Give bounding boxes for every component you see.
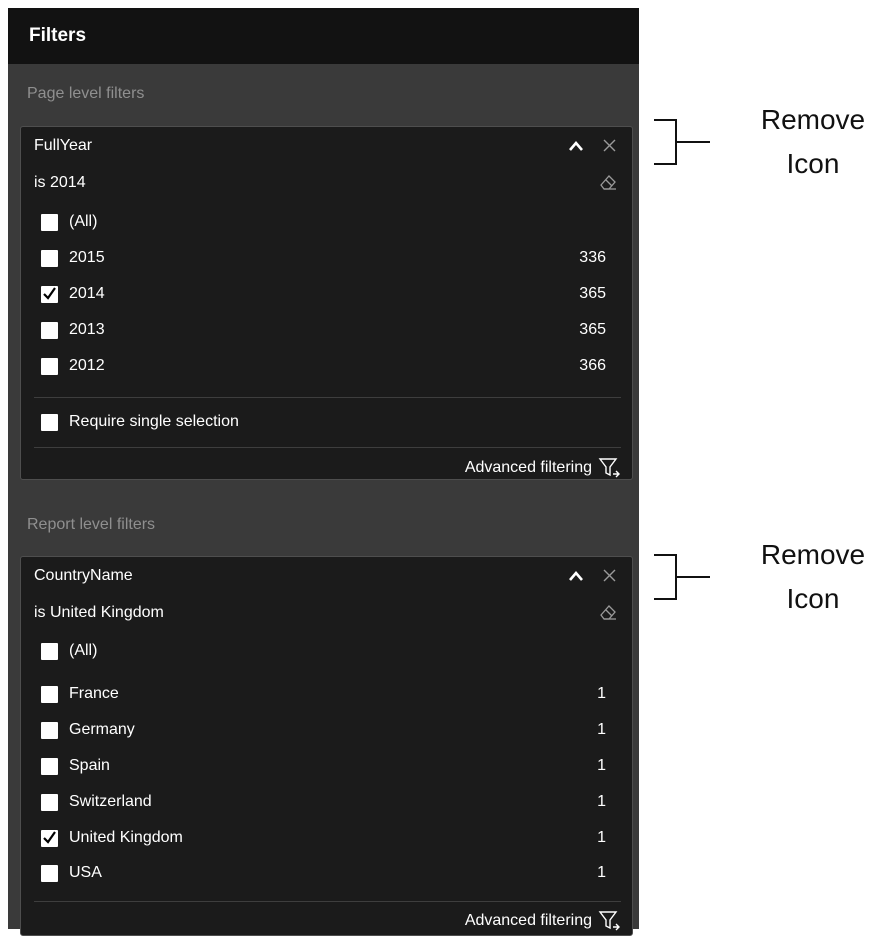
eraser-icon[interactable] xyxy=(598,173,618,191)
option-count: 1 xyxy=(597,829,606,846)
filter-option[interactable]: 2013 365 xyxy=(41,320,606,342)
callout-line: Remove xyxy=(760,104,866,135)
chevron-up-icon[interactable] xyxy=(568,140,584,152)
close-icon[interactable] xyxy=(603,569,616,582)
checkbox[interactable] xyxy=(41,686,58,703)
funnel-icon xyxy=(598,458,620,478)
option-label: 2012 xyxy=(69,357,105,374)
divider xyxy=(34,397,621,398)
checkbox[interactable] xyxy=(41,758,58,775)
report-level-filters-label: Report level filters xyxy=(27,516,156,533)
divider xyxy=(34,447,621,448)
callout-line: Icon xyxy=(786,148,840,179)
filter-option[interactable]: United Kingdom 1 xyxy=(41,828,606,850)
advanced-filtering-label: Advanced filtering xyxy=(464,912,592,929)
option-count: 1 xyxy=(597,721,606,738)
option-count: 365 xyxy=(579,321,606,338)
require-single-selection[interactable]: Require single selection xyxy=(41,412,606,434)
filter-option[interactable]: USA 1 xyxy=(41,863,606,885)
option-count: 1 xyxy=(597,685,606,702)
checkbox[interactable] xyxy=(41,722,58,739)
filter-option[interactable]: Switzerland 1 xyxy=(41,792,606,814)
filter-option[interactable]: 2015 336 xyxy=(41,248,606,270)
advanced-filtering-link[interactable]: Advanced filtering xyxy=(465,457,622,479)
filter-card-fullyear: FullYear is 2014 (All) 2015 336 2014 365… xyxy=(20,126,633,480)
option-label: (All) xyxy=(69,642,98,659)
checkbox[interactable] xyxy=(41,794,58,811)
filter-condition: is United Kingdom xyxy=(34,604,164,621)
advanced-filtering-label: Advanced filtering xyxy=(464,459,592,476)
callout-line: Remove xyxy=(760,539,866,570)
callout-remove-icon-1: Remove Icon xyxy=(745,98,876,186)
option-count: 1 xyxy=(597,793,606,810)
callout-line: Icon xyxy=(786,583,840,614)
option-label: 2015 xyxy=(69,249,105,266)
option-label: Germany xyxy=(69,721,135,738)
option-count: 1 xyxy=(597,757,606,774)
filter-option[interactable]: Germany 1 xyxy=(41,720,606,742)
checkmark-icon xyxy=(43,287,56,300)
option-label: France xyxy=(69,685,119,702)
option-label: United Kingdom xyxy=(69,829,183,846)
checkbox-checked[interactable] xyxy=(41,286,58,303)
filter-option[interactable]: (All) xyxy=(41,641,606,663)
option-label: 2014 xyxy=(69,285,105,302)
checkbox-checked[interactable] xyxy=(41,830,58,847)
checkbox[interactable] xyxy=(41,214,58,231)
filter-option[interactable]: (All) xyxy=(41,212,606,234)
checkbox[interactable] xyxy=(41,358,58,375)
filter-option[interactable]: Spain 1 xyxy=(41,756,606,778)
checkbox[interactable] xyxy=(41,250,58,267)
filter-condition: is 2014 xyxy=(34,174,86,191)
option-count: 336 xyxy=(579,249,606,266)
option-count: 1 xyxy=(597,864,606,881)
filter-option[interactable]: France 1 xyxy=(41,684,606,706)
eraser-icon[interactable] xyxy=(598,603,618,621)
checkbox[interactable] xyxy=(41,414,58,431)
option-label: Spain xyxy=(69,757,110,774)
checkbox[interactable] xyxy=(41,865,58,882)
divider xyxy=(34,901,621,902)
option-label: Require single selection xyxy=(69,413,239,430)
filter-option[interactable]: 2012 366 xyxy=(41,356,606,378)
option-label: 2013 xyxy=(69,321,105,338)
chevron-up-icon[interactable] xyxy=(568,570,584,582)
close-icon[interactable] xyxy=(603,139,616,152)
filters-pane: Filters Page level filters FullYear is 2… xyxy=(8,8,639,936)
option-count: 365 xyxy=(579,285,606,302)
page-level-filters-label: Page level filters xyxy=(27,85,145,102)
option-label: Switzerland xyxy=(69,793,152,810)
checkbox[interactable] xyxy=(41,643,58,660)
filters-pane-title: Filters xyxy=(8,8,639,64)
callout-bracket xyxy=(654,554,710,600)
option-count: 366 xyxy=(579,357,606,374)
filter-field-name: CountryName xyxy=(34,567,133,584)
option-label: (All) xyxy=(69,213,98,230)
filter-card-countryname: CountryName is United Kingdom (All) Fran… xyxy=(20,556,633,936)
filter-option[interactable]: 2014 365 xyxy=(41,284,606,306)
filter-field-name: FullYear xyxy=(34,137,93,154)
callout-remove-icon-2: Remove Icon xyxy=(745,533,876,621)
checkmark-icon xyxy=(43,831,56,844)
callout-bracket xyxy=(654,119,710,165)
checkbox[interactable] xyxy=(41,322,58,339)
option-label: USA xyxy=(69,864,102,881)
